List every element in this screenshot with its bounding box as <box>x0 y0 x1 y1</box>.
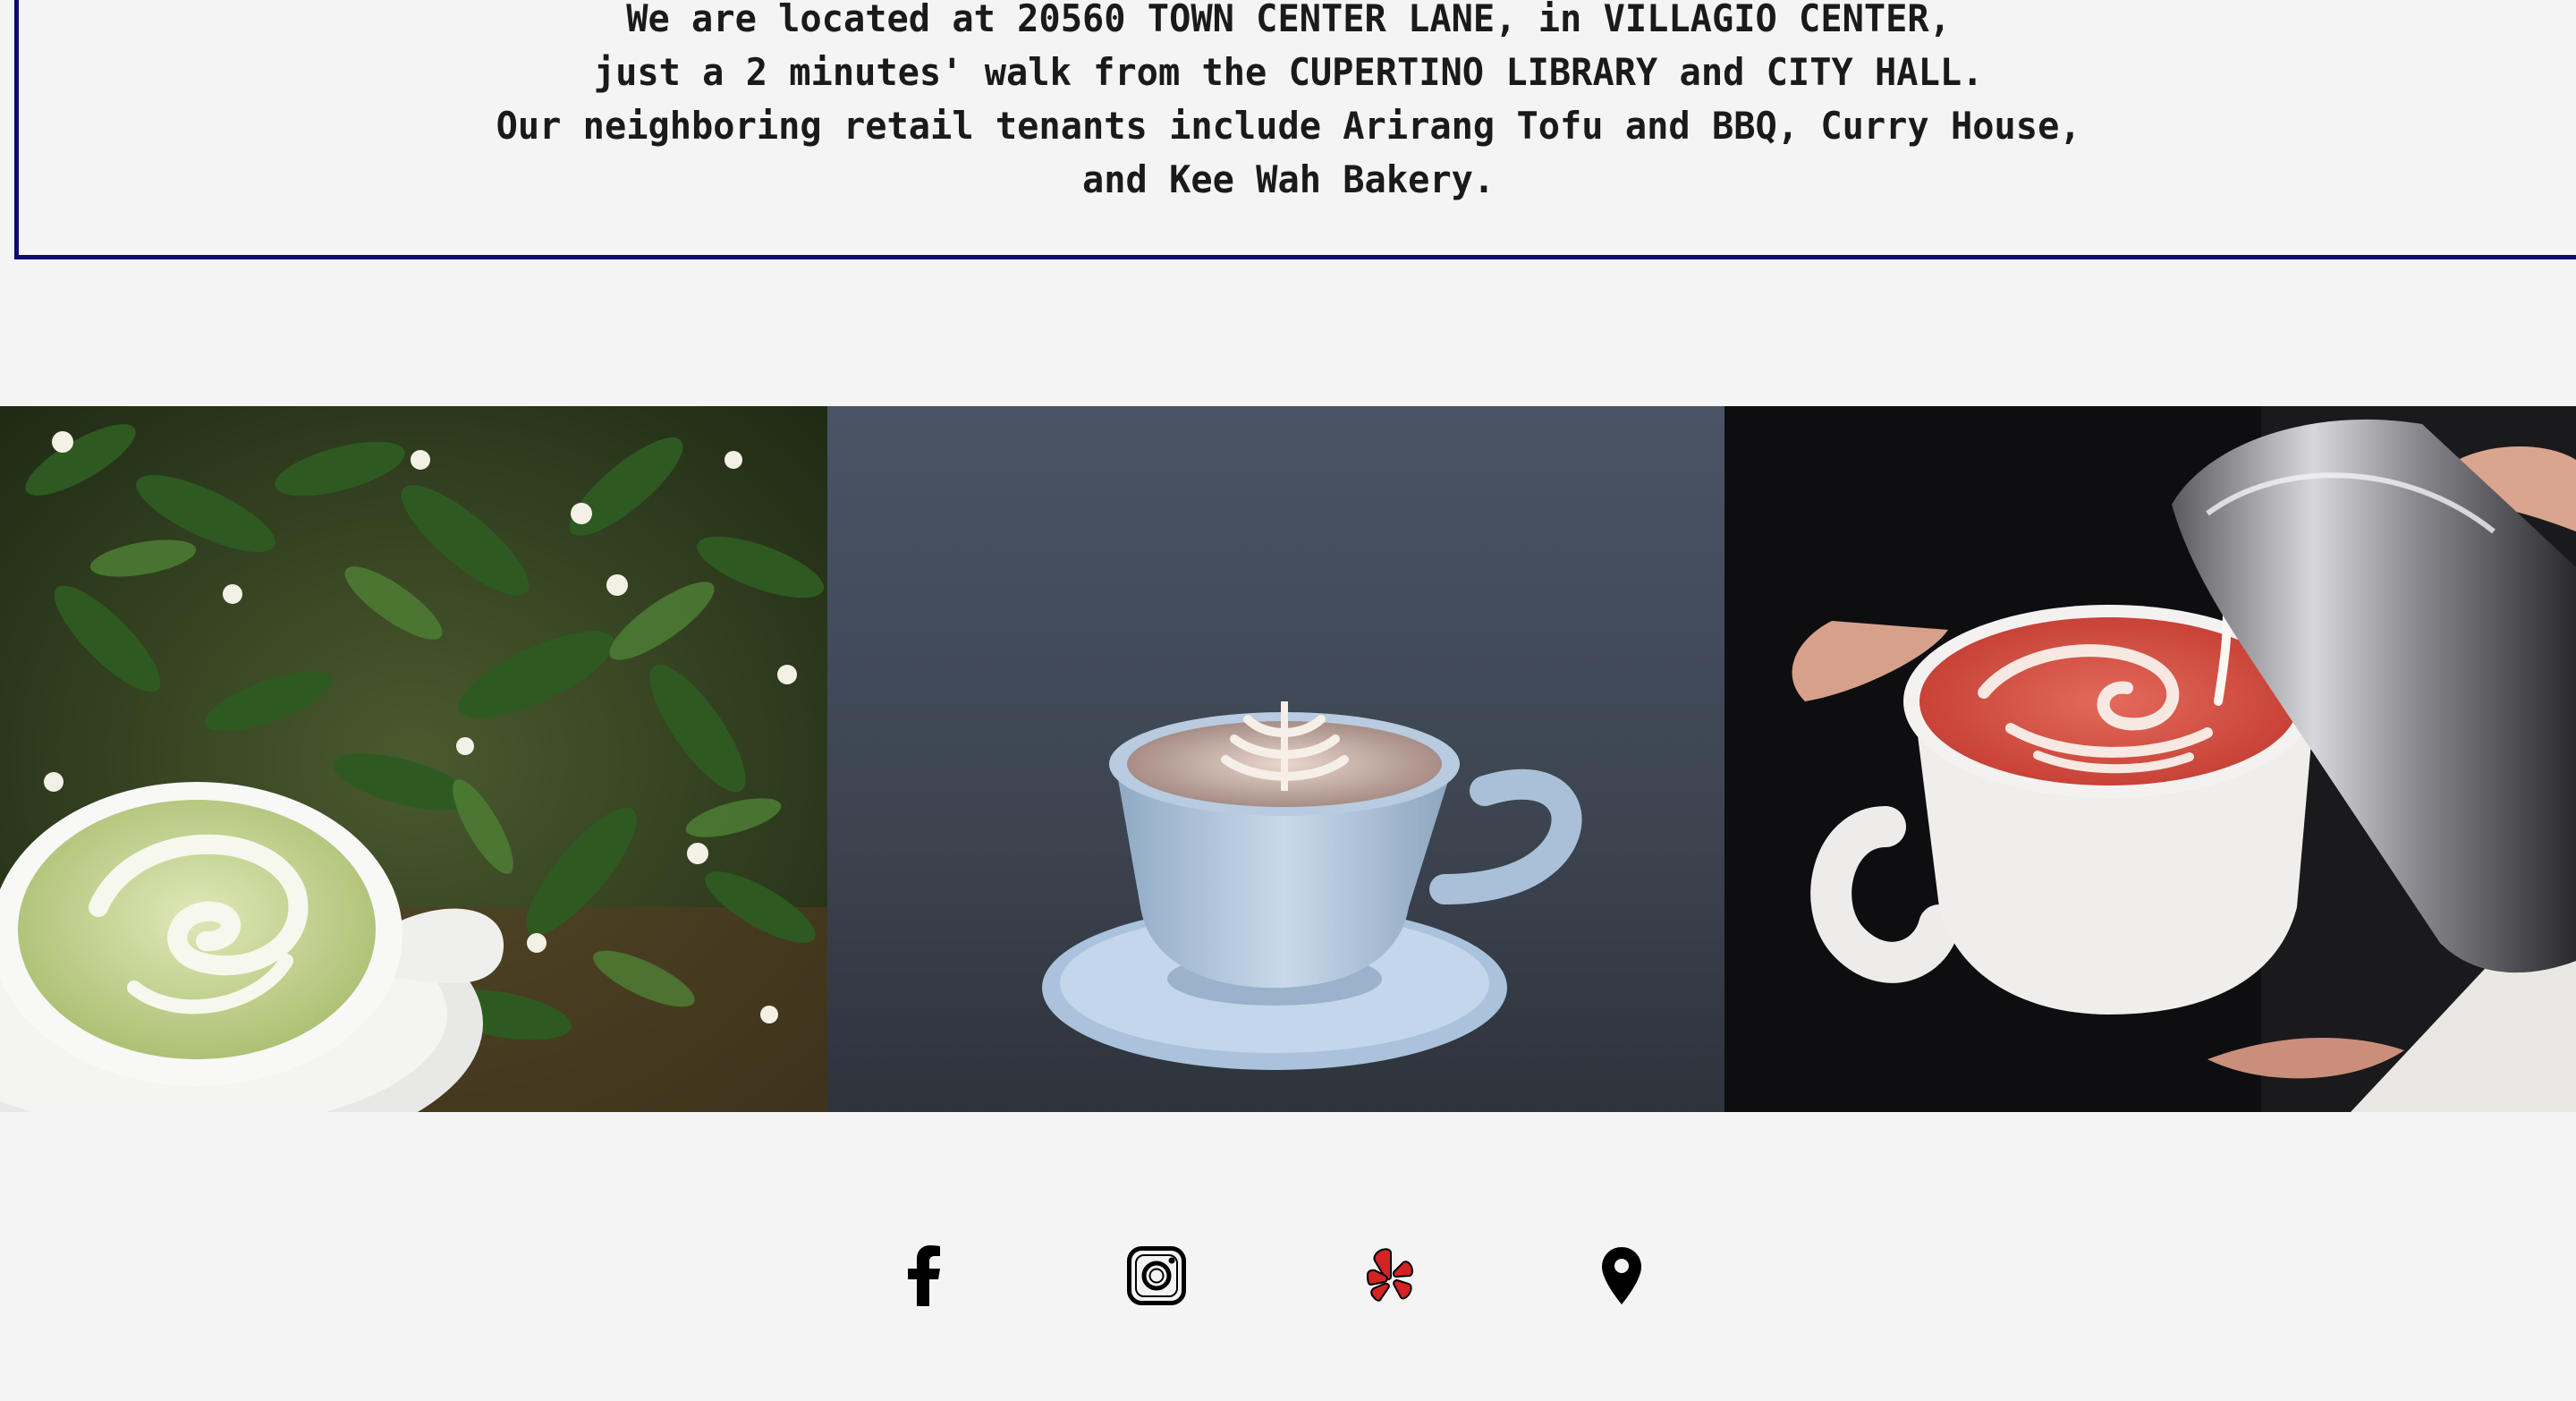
red-velvet-latte-pour-photo <box>1724 406 2576 1112</box>
instagram-link[interactable] <box>1123 1242 1191 1310</box>
facebook-icon <box>908 1245 940 1306</box>
map-pin-icon <box>1602 1247 1641 1304</box>
map-location-link[interactable] <box>1588 1242 1656 1310</box>
location-line-2: just a 2 minutes' walk from the CUPERTIN… <box>593 50 1984 94</box>
social-links <box>0 1235 2576 1315</box>
yelp-link[interactable] <box>1355 1242 1423 1310</box>
location-line-3: Our neighboring retail tenants include A… <box>496 104 2081 148</box>
cappuccino-photo <box>827 406 1724 1112</box>
matcha-latte-photo <box>0 406 827 1112</box>
location-line-4: and Kee Wah Bakery. <box>1081 157 1496 201</box>
location-line-1: We are located at 20560 TOWN CENTER LANE… <box>626 0 1951 40</box>
facebook-link[interactable] <box>890 1242 958 1310</box>
yelp-icon <box>1366 1248 1414 1302</box>
instagram-icon <box>1127 1246 1186 1305</box>
drink-photo-gallery <box>0 406 2576 1112</box>
